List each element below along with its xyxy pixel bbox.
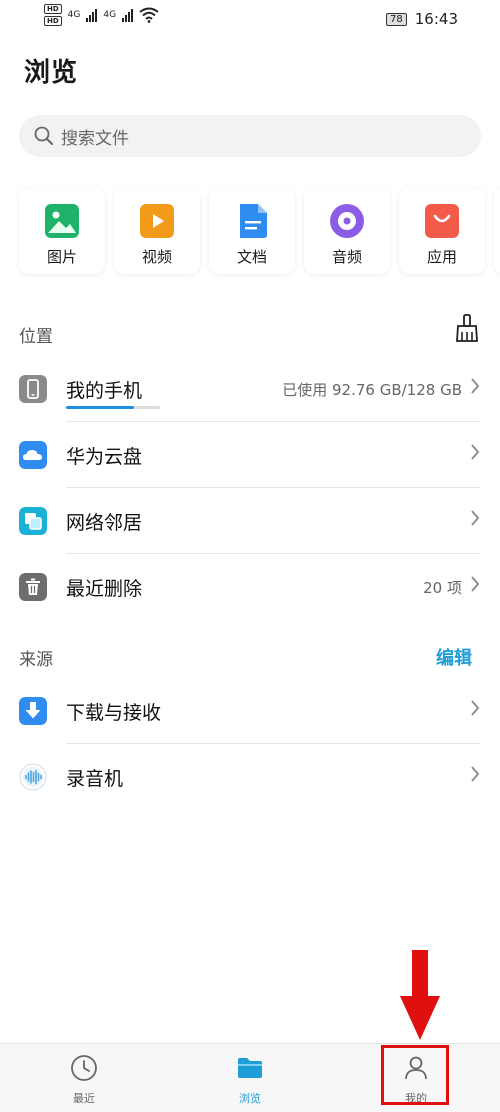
list-item-label: 下载与接收	[66, 702, 162, 724]
storage-usage-text: 已使用 92.76 GB/128 GB	[282, 381, 462, 399]
image-icon	[45, 204, 79, 238]
wifi-icon	[139, 7, 159, 23]
category-apps[interactable]: 应用	[399, 188, 485, 274]
signal-icon	[86, 8, 98, 22]
tab-label: 最近	[73, 1092, 95, 1105]
category-label: 音频	[331, 248, 362, 266]
app-store-icon	[425, 204, 459, 238]
status-bar: HD HD 4G 4G 78 16:43	[0, 0, 500, 40]
list-item-huawei-cloud[interactable]: 华为云盘	[0, 422, 500, 488]
clock-time: 16:43	[414, 10, 458, 28]
list-item-label: 最近删除	[66, 578, 143, 600]
category-grid: 图片 视频 文档 音频 应用	[19, 188, 500, 274]
chevron-right-icon	[471, 378, 480, 394]
category-label: 视频	[141, 248, 172, 266]
phone-icon	[19, 375, 47, 403]
list-item-label: 华为云盘	[66, 446, 143, 468]
document-icon	[240, 204, 267, 238]
annotation-highlight-box	[381, 1045, 449, 1105]
chevron-right-icon	[471, 700, 480, 716]
section-header-location: 位置	[19, 327, 53, 347]
trash-icon	[19, 573, 47, 601]
search-icon	[34, 126, 53, 145]
deleted-count: 20 项	[423, 579, 462, 597]
list-item-network-neighbors[interactable]: 网络邻居	[0, 488, 500, 554]
chevron-right-icon	[471, 766, 480, 782]
annotation-arrow	[400, 950, 440, 1040]
category-label: 应用	[426, 248, 457, 266]
list-item-recently-deleted[interactable]: 最近删除 20 项	[0, 554, 500, 620]
recorder-icon	[19, 763, 47, 791]
status-right: 78 16:43	[386, 10, 458, 28]
search-input[interactable]: 搜索文件	[19, 115, 481, 157]
video-icon	[140, 204, 174, 238]
status-left: HD HD 4G 4G	[44, 4, 159, 26]
chevron-right-icon	[471, 576, 480, 592]
category-label: 文档	[236, 248, 267, 266]
folder-icon	[238, 1058, 262, 1078]
category-next-peek	[494, 188, 500, 274]
list-item-label: 录音机	[66, 768, 124, 790]
music-icon	[330, 204, 364, 238]
network-type-1: 4G	[67, 10, 81, 20]
download-icon	[19, 697, 47, 725]
storage-usage-bar	[66, 406, 160, 409]
category-audio[interactable]: 音频	[304, 188, 390, 274]
hd-badge: HD	[44, 4, 62, 14]
tab-recent[interactable]: 最近	[44, 1054, 124, 1106]
category-videos[interactable]: 视频	[114, 188, 200, 274]
edit-button[interactable]: 编辑	[436, 644, 472, 670]
category-images[interactable]: 图片	[19, 188, 105, 274]
chevron-right-icon	[471, 510, 480, 526]
battery-icon: 78	[386, 12, 407, 26]
list-item-downloads[interactable]: 下载与接收	[0, 678, 500, 744]
list-item-label: 我的手机	[66, 380, 143, 402]
category-label: 图片	[46, 248, 77, 266]
list-item-recorder[interactable]: 录音机	[0, 744, 500, 810]
tab-browse[interactable]: 浏览	[210, 1054, 290, 1106]
category-documents[interactable]: 文档	[209, 188, 295, 274]
network-icon	[19, 507, 47, 535]
section-header-sources: 来源	[19, 650, 53, 670]
network-type-2: 4G	[103, 10, 117, 20]
signal-icon-2	[122, 8, 134, 22]
chevron-right-icon	[471, 444, 480, 460]
clock-icon	[71, 1055, 97, 1081]
cloud-icon	[19, 441, 47, 469]
list-item-my-phone[interactable]: 我的手机 已使用 92.76 GB/128 GB	[0, 356, 500, 422]
search-placeholder: 搜索文件	[61, 128, 129, 149]
hd-badge-2: HD	[44, 16, 62, 26]
tab-label: 浏览	[239, 1092, 261, 1105]
list-item-label: 网络邻居	[66, 512, 143, 534]
page-title: 浏览	[24, 58, 79, 88]
storage-usage-fill	[66, 406, 134, 409]
broom-icon[interactable]	[455, 314, 479, 342]
